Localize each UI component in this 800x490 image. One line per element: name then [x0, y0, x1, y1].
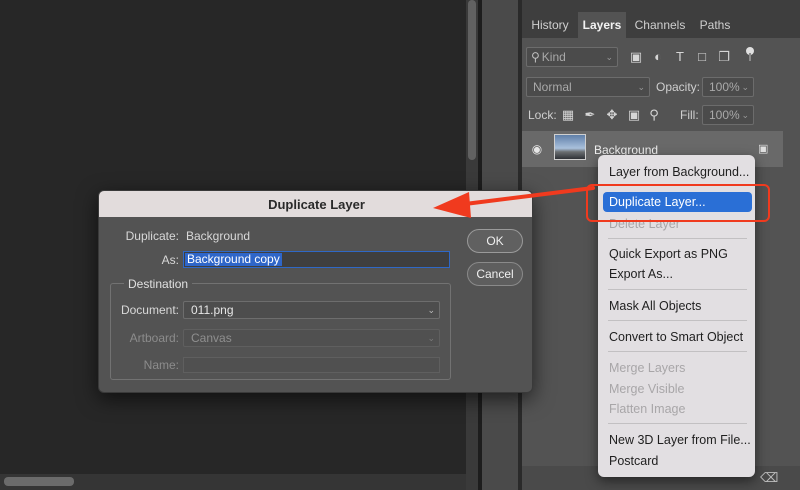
opacity-label: Opacity:: [656, 80, 701, 94]
menu-separator: [608, 423, 747, 424]
chevron-down-icon: ⌄: [427, 333, 435, 343]
filter-kind-select[interactable]: ⚲ Kind ⌄: [526, 47, 618, 67]
document-select[interactable]: 011.png ⌄: [183, 301, 440, 319]
chevron-down-icon: ⌄: [605, 52, 613, 62]
trash-icon[interactable]: ⌫: [760, 470, 778, 486]
artboard-select: Canvas ⌄: [183, 329, 440, 347]
eye-icon[interactable]: ◉: [530, 142, 544, 156]
fill-label: Fill:: [680, 108, 699, 122]
menu-item-layer-from-background[interactable]: Layer from Background...: [609, 165, 749, 179]
pixel-filter-icon[interactable]: ▣: [628, 49, 644, 65]
lock-artboard-icon[interactable]: ▣: [626, 107, 642, 123]
fill-value: 100%: [709, 108, 740, 122]
filter-toggle[interactable]: [746, 47, 754, 61]
lock-image-pixels-icon[interactable]: ✒: [582, 107, 598, 123]
duplicate-label: Duplicate:: [125, 229, 179, 243]
lock-icon[interactable]: ▣: [758, 142, 768, 155]
tab-layers[interactable]: Layers: [578, 12, 626, 38]
menu-separator: [608, 351, 747, 352]
ok-button[interactable]: OK: [467, 229, 523, 253]
chevron-down-icon: ⌄: [741, 82, 749, 92]
menu-item-flatten-image: Flatten Image: [609, 402, 686, 416]
lock-transparent-pixels-icon[interactable]: ▦: [560, 107, 576, 123]
layer-thumbnail: [554, 134, 586, 160]
as-label: As:: [161, 253, 179, 267]
opacity-input[interactable]: 100% ⌄: [702, 77, 754, 97]
menu-item-new-3d-layer[interactable]: New 3D Layer from File...: [609, 433, 751, 447]
name-label: Name:: [143, 358, 179, 372]
as-input[interactable]: Background copy: [183, 251, 450, 268]
blend-mode-value: Normal: [533, 80, 572, 94]
chevron-down-icon: ⌄: [741, 110, 749, 120]
artboard-label: Artboard:: [129, 331, 179, 345]
opacity-value: 100%: [709, 80, 740, 94]
panel-tab-bar: History Layers Channels Paths: [522, 0, 800, 38]
menu-item-export-as[interactable]: Export As...: [609, 267, 673, 281]
name-input: [183, 357, 440, 373]
type-filter-icon[interactable]: T: [672, 49, 688, 65]
adjustment-filter-icon[interactable]: ◐: [650, 49, 666, 65]
menu-separator: [608, 320, 747, 321]
lock-position-icon[interactable]: ✥: [604, 107, 620, 123]
artboard-value: Canvas: [191, 331, 232, 345]
menu-item-merge-layers: Merge Layers: [609, 361, 686, 375]
annotation-highlight-box: [586, 184, 770, 222]
tab-paths[interactable]: Paths: [694, 12, 736, 38]
document-value: 011.png: [191, 303, 234, 317]
menu-separator: [608, 289, 747, 290]
document-label: Document:: [120, 303, 179, 317]
destination-legend: Destination: [124, 277, 193, 291]
filter-kind-label: Kind: [541, 50, 566, 64]
lock-label: Lock:: [528, 108, 557, 122]
cancel-button[interactable]: Cancel: [467, 262, 523, 286]
shape-filter-icon[interactable]: □: [694, 49, 710, 65]
lock-all-icon[interactable]: ⚲: [646, 107, 662, 123]
canvas-vertical-scroll-thumb[interactable]: [468, 0, 476, 160]
chevron-down-icon: ⌄: [637, 82, 645, 92]
canvas-horizontal-scroll-thumb[interactable]: [4, 477, 74, 486]
chevron-down-icon: ⌄: [427, 305, 435, 315]
tab-history[interactable]: History: [524, 12, 576, 38]
smart-object-filter-icon[interactable]: ❐: [716, 49, 732, 65]
menu-item-convert-to-smart-object[interactable]: Convert to Smart Object: [609, 330, 743, 344]
duplicate-value: Background: [186, 229, 251, 243]
menu-item-mask-all-objects[interactable]: Mask All Objects: [609, 299, 701, 313]
menu-item-merge-visible: Merge Visible: [609, 382, 685, 396]
annotation-arrow: [433, 186, 595, 218]
tab-channels[interactable]: Channels: [629, 12, 691, 38]
menu-separator: [608, 238, 747, 239]
search-icon: ⚲: [531, 50, 540, 64]
menu-item-postcard[interactable]: Postcard: [609, 454, 658, 468]
menu-item-quick-export-png[interactable]: Quick Export as PNG: [609, 247, 728, 261]
blend-mode-select[interactable]: Normal ⌄: [526, 77, 650, 97]
as-input-selected-text: Background copy: [185, 252, 282, 266]
fill-input[interactable]: 100% ⌄: [702, 105, 754, 125]
